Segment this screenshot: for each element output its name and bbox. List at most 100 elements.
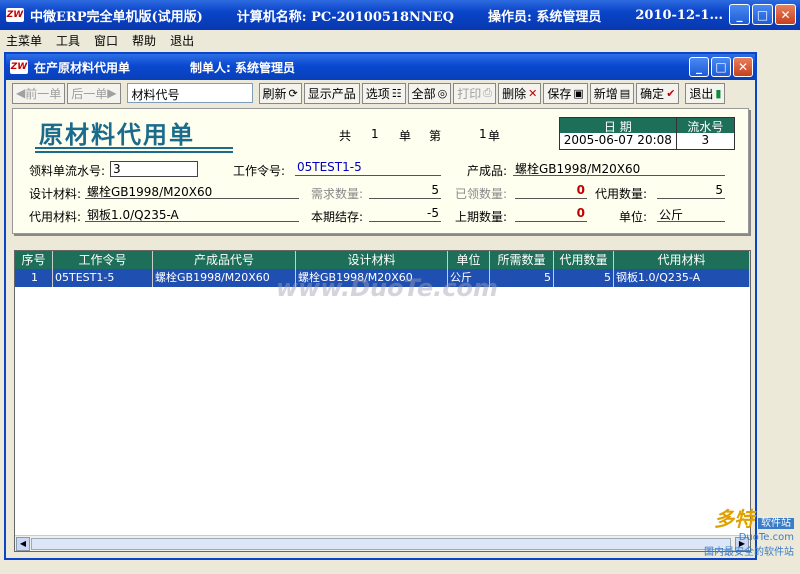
delete-button[interactable]: 删除 ✕ (498, 82, 542, 104)
col-header-substitute-material[interactable]: 代用材料 (614, 251, 750, 269)
maximize-icon[interactable]: □ (752, 4, 773, 25)
unit-value: 公斤 (657, 206, 725, 222)
current-stock-label: 本期结存: (311, 210, 364, 224)
work-order-value: 05TEST1-5 (295, 160, 441, 176)
next-record-button[interactable]: 后一单 ▶ (67, 82, 121, 104)
horizontal-scrollbar[interactable]: ◀ ▶ (15, 535, 750, 551)
form-panel: 原材料代用单 共 1 单 第 1 单 日 期 流水号 2005-06-07 20… (12, 108, 749, 234)
watermark-tag: 软件站 (758, 518, 794, 529)
menu-window[interactable]: 窗口 (94, 32, 118, 49)
pager-page-label: 第 (429, 129, 442, 143)
pager-page: 1 (479, 127, 487, 141)
prev-qty-value: 0 (515, 206, 587, 222)
req-no-input[interactable]: 3 (110, 161, 198, 177)
col-header-seq[interactable]: 序号 (15, 251, 53, 269)
new-document-icon: ▤ (619, 86, 631, 100)
pager-unit: 单 (399, 129, 412, 143)
watermark-text: www.DuoTe.com (276, 274, 498, 302)
app-name: 中微ERP完全单机版(试用版) (30, 9, 203, 25)
printer-icon: ⎙ (483, 86, 493, 99)
child-minimize-icon[interactable]: _ (689, 57, 709, 77)
show-product-button[interactable]: 显示产品 (303, 82, 360, 104)
app-title-bar: ZW 中微ERP完全单机版(试用版) 计算机名称: PC-20100518NNE… (0, 0, 800, 30)
received-qty-label: 已领数量: (455, 187, 508, 201)
required-qty-label: 需求数量: (311, 187, 364, 201)
menu-tools[interactable]: 工具 (56, 32, 80, 49)
corner-watermark: 多特 软件站 DuoTe.com 国内最安全的软件站 (704, 503, 794, 558)
col-header-required-qty[interactable]: 所需数量 (490, 251, 554, 269)
computer-name: 计算机名称: PC-20100518NNEQ (236, 9, 455, 25)
save-icon: ▣ (573, 86, 584, 100)
current-stock-value: -5 (369, 206, 441, 222)
save-button[interactable]: 保存 ▣ (543, 82, 588, 104)
delete-icon: ✕ (528, 86, 538, 100)
pager-total: 1 (371, 127, 379, 141)
substitute-qty-value: 5 (657, 183, 725, 199)
minimize-icon[interactable]: _ (729, 4, 750, 25)
menu-help[interactable]: 帮助 (132, 32, 156, 49)
menu-main[interactable]: 主菜单 (6, 32, 42, 49)
child-logo-icon: ZW (10, 60, 28, 74)
material-substitute-window: ZW 在产原材料代用单 制单人: 系统管理员 _ □ ✕ ◀ 前一单 后一单 ▶ 材… (4, 52, 757, 560)
substitute-qty-label: 代用数量: (595, 187, 648, 201)
scroll-left-icon[interactable]: ◀ (16, 537, 30, 551)
add-button[interactable]: 新增 ▤ (589, 82, 635, 104)
print-button[interactable]: 打印 ⎙ (453, 82, 497, 104)
current-date: 2010-12-1... (635, 7, 724, 23)
col-header-product-code[interactable]: 产成品代号 (153, 251, 296, 269)
child-close-icon[interactable]: ✕ (733, 57, 753, 77)
date-serial-box: 日 期 流水号 2005-06-07 20:08 3 (559, 117, 735, 150)
operator-name: 操作员: 系统管理员 (488, 9, 602, 25)
material-code-input[interactable]: 材料代号 (126, 83, 253, 103)
serial-header: 流水号 (687, 120, 724, 134)
menu-exit[interactable]: 退出 (170, 32, 194, 49)
app-logo-icon: ZW (6, 8, 24, 22)
date-value: 2005-06-07 20:08 (560, 133, 677, 149)
scroll-thumb[interactable] (31, 538, 731, 550)
product-label: 产成品: (467, 164, 508, 178)
watermark-domain: DuoTe.com (738, 532, 794, 543)
grid-header: 序号 工作令号 产成品代号 设计材料 单位 所需数量 代用数量 代用材料 (15, 251, 750, 269)
watermark-brand: 多特 (714, 507, 755, 531)
child-maximize-icon[interactable]: □ (711, 57, 731, 77)
exit-door-icon: ▮ (715, 86, 722, 100)
col-header-substitute-qty[interactable]: 代用数量 (554, 251, 614, 269)
prev-qty-label: 上期数量: (455, 210, 508, 224)
substitute-material-value: 钢板1.0/Q235-A (85, 206, 299, 222)
child-title: 在产原材料代用单 (34, 60, 131, 75)
exit-button[interactable]: 退出 ▮ (685, 82, 726, 104)
product-value: 螺栓GB1998/M20X60 (513, 160, 725, 176)
cell-required-qty: 5 (490, 269, 554, 287)
watermark-slogan: 国内最安全的软件站 (704, 547, 794, 558)
checkmark-icon: ✔ (666, 86, 676, 100)
all-button[interactable]: 全部 ◎ (407, 82, 452, 104)
serial-value: 3 (701, 133, 710, 147)
cell-seq: 1 (15, 269, 53, 287)
close-icon[interactable]: ✕ (775, 4, 796, 25)
required-qty-value: 5 (369, 183, 441, 199)
refresh-button[interactable]: 刷新 ⟳ (258, 82, 302, 104)
pager-total-label: 共 (339, 129, 352, 143)
unit-label: 单位: (619, 210, 648, 224)
menu-bar: 主菜单 工具 窗口 帮助 退出 (0, 30, 800, 50)
refresh-icon: ⟳ (288, 86, 298, 100)
col-header-work-order[interactable]: 工作令号 (53, 251, 153, 269)
req-no-label: 领料单流水号: (29, 164, 106, 178)
cell-substitute-qty: 5 (554, 269, 614, 287)
cell-product-code: 螺栓GB1998/M20X60 (153, 269, 296, 287)
options-icon: ☷ (391, 86, 402, 100)
maker-label: 制单人: 系统管理员 (190, 60, 295, 75)
work-order-label: 工作令号: (233, 164, 286, 178)
cell-substitute-material: 钢板1.0/Q235-A (614, 269, 750, 287)
toolbar: ◀ 前一单 后一单 ▶ 材料代号 刷新 ⟳ 显示产品 选项 ☷ 全部 ◎ 打印 ⎙ 删除 ✕ … (6, 80, 755, 106)
title-underline (35, 151, 233, 153)
col-header-design-material[interactable]: 设计材料 (296, 251, 448, 269)
title-underline (35, 147, 233, 149)
cell-work-order: 05TEST1-5 (53, 269, 153, 287)
date-header: 日 期 (560, 118, 677, 134)
confirm-button[interactable]: 确定 ✔ (636, 82, 680, 104)
col-header-unit[interactable]: 单位 (448, 251, 490, 269)
binoculars-icon: ◎ (437, 86, 448, 100)
prev-record-button[interactable]: ◀ 前一单 (12, 82, 66, 104)
options-button[interactable]: 选项 ☷ (361, 82, 406, 104)
